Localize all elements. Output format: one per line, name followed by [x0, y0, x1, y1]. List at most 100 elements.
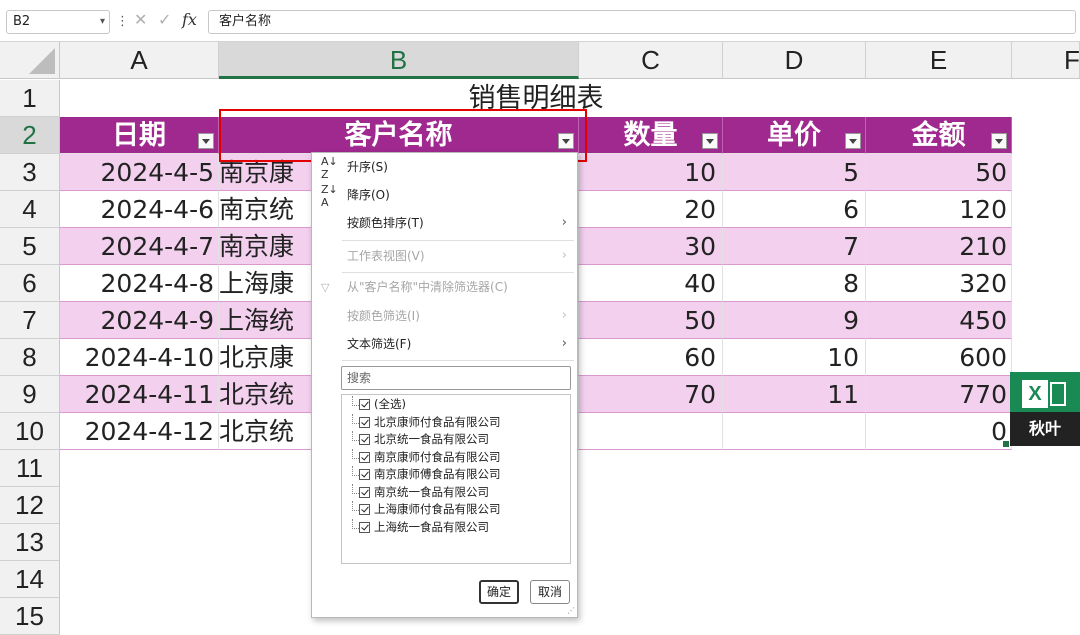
select-all-corner[interactable] — [0, 42, 60, 79]
checkbox-checked-icon[interactable] — [359, 434, 370, 445]
cell-price[interactable] — [723, 413, 866, 450]
filter-option[interactable]: 南京康师傅食品有限公司 — [342, 466, 570, 484]
filter-option-select-all[interactable]: (全选) — [342, 396, 570, 414]
column-header-e[interactable]: E — [866, 42, 1012, 79]
row-header-8[interactable]: 8 — [0, 339, 60, 376]
fill-handle[interactable] — [1003, 441, 1009, 447]
cell-date[interactable]: 2024-4-11 — [60, 376, 219, 413]
filter-dropdown-icon[interactable] — [198, 133, 214, 149]
cell-price[interactable]: 6 — [723, 191, 866, 228]
tree-line — [352, 501, 359, 511]
row-header-4[interactable]: 4 — [0, 191, 60, 228]
cell-date[interactable]: 2024-4-12 — [60, 413, 219, 450]
cell-qty[interactable]: 70 — [579, 376, 723, 413]
filter-search-input[interactable]: 搜索 — [341, 366, 571, 390]
cell-qty[interactable]: 50 — [579, 302, 723, 339]
cell-amount[interactable]: 320 — [866, 265, 1012, 302]
name-box[interactable]: B2 ▾ — [6, 10, 110, 34]
row-header-9[interactable]: 9 — [0, 376, 60, 413]
filter-option[interactable]: 上海统一食品有限公司 — [342, 518, 570, 537]
insert-function-icon[interactable]: fx — [182, 10, 197, 29]
header-qty[interactable]: 数量 — [579, 117, 723, 154]
checkbox-checked-icon[interactable] — [359, 469, 370, 480]
header-date[interactable]: 日期 — [60, 117, 219, 154]
confirm-icon[interactable]: ✓ — [158, 10, 171, 29]
cell-qty[interactable]: 40 — [579, 265, 723, 302]
cell-price[interactable]: 8 — [723, 265, 866, 302]
menu-sort-ascending[interactable]: A↓ Z 升序(S) — [312, 153, 577, 181]
filter-dropdown-icon[interactable] — [991, 133, 1007, 149]
cell-amount[interactable]: 450 — [866, 302, 1012, 339]
ok-button[interactable]: 确定 — [479, 580, 519, 604]
cell-amount[interactable]: 600 — [866, 339, 1012, 376]
row-header-6[interactable]: 6 — [0, 265, 60, 302]
cell-amount[interactable]: 770 — [866, 376, 1012, 413]
filter-option[interactable]: 北京统一食品有限公司 — [342, 431, 570, 449]
cell-amount[interactable]: 50 — [866, 154, 1012, 191]
cancel-button[interactable]: 取消 — [530, 580, 570, 604]
cell-qty[interactable]: 30 — [579, 228, 723, 265]
row-header-14[interactable]: 14 — [0, 561, 60, 598]
filter-option[interactable]: 上海康师付食品有限公司 — [342, 501, 570, 519]
cell-date[interactable]: 2024-4-9 — [60, 302, 219, 339]
tree-line — [352, 448, 359, 459]
checkbox-checked-icon[interactable] — [359, 504, 370, 515]
header-amount[interactable]: 金额 — [866, 117, 1012, 154]
menu-text-filter[interactable]: 文本筛选(F) › — [312, 330, 577, 358]
cell-price[interactable]: 10 — [723, 339, 866, 376]
row-header-15[interactable]: 15 — [0, 598, 60, 635]
row-header-5[interactable]: 5 — [0, 228, 60, 265]
row-header-2[interactable]: 2 — [0, 117, 60, 154]
row-header-1[interactable]: 1 — [0, 80, 60, 117]
filter-dropdown-icon[interactable] — [845, 133, 861, 149]
cell-date[interactable]: 2024-4-6 — [60, 191, 219, 228]
checkbox-checked-icon[interactable] — [359, 451, 370, 463]
column-header-a[interactable]: A — [60, 42, 219, 79]
cell-price[interactable]: 11 — [723, 376, 866, 413]
cell-price[interactable]: 9 — [723, 302, 866, 339]
column-header-f[interactable]: F — [1012, 42, 1080, 79]
checkbox-checked-icon[interactable] — [359, 399, 370, 410]
cell-qty[interactable]: 10 — [579, 154, 723, 191]
tree-line — [352, 483, 359, 494]
filter-option[interactable]: 北京康师付食品有限公司 — [342, 413, 570, 432]
more-options-icon[interactable]: ⋮ — [116, 14, 129, 29]
cell-amount[interactable]: 0 — [866, 413, 1012, 450]
checkbox-checked-icon[interactable] — [359, 486, 370, 498]
chevron-down-icon[interactable]: ▾ — [100, 11, 105, 33]
header-price-label: 单价 — [767, 120, 821, 151]
checkbox-checked-icon[interactable] — [359, 521, 370, 533]
filter-value-list[interactable]: (全选) 北京康师付食品有限公司 北京统一食品有限公司 南京康师付食品有限公司 … — [341, 394, 571, 564]
cell-date[interactable]: 2024-4-8 — [60, 265, 219, 302]
row-header-7[interactable]: 7 — [0, 302, 60, 339]
cell-date[interactable]: 2024-4-7 — [60, 228, 219, 265]
menu-divider — [342, 360, 574, 361]
resize-grip-icon[interactable]: ⋰ — [567, 607, 575, 615]
cell-amount[interactable]: 120 — [866, 191, 1012, 228]
column-header-b[interactable]: B — [219, 42, 579, 79]
row-header-12[interactable]: 12 — [0, 487, 60, 524]
cell-qty[interactable]: 20 — [579, 191, 723, 228]
header-price[interactable]: 单价 — [723, 117, 866, 154]
filter-option[interactable]: 南京康师付食品有限公司 — [342, 448, 570, 467]
row-header-11[interactable]: 11 — [0, 450, 60, 487]
cell-price[interactable]: 5 — [723, 154, 866, 191]
cancel-icon[interactable]: ✕ — [134, 10, 147, 29]
menu-sort-by-color[interactable]: 按颜色排序(T) › — [312, 209, 577, 237]
filter-dropdown-icon[interactable] — [702, 133, 718, 149]
cell-date[interactable]: 2024-4-5 — [60, 154, 219, 191]
menu-sort-descending[interactable]: Z↓ A 降序(O) — [312, 181, 577, 209]
row-header-13[interactable]: 13 — [0, 524, 60, 561]
formula-input[interactable]: 客户名称 — [208, 10, 1076, 34]
filter-option[interactable]: 南京统一食品有限公司 — [342, 483, 570, 502]
cell-price[interactable]: 7 — [723, 228, 866, 265]
cell-qty[interactable] — [579, 413, 723, 450]
column-header-d[interactable]: D — [723, 42, 866, 79]
cell-date[interactable]: 2024-4-10 — [60, 339, 219, 376]
row-header-3[interactable]: 3 — [0, 154, 60, 191]
checkbox-checked-icon[interactable] — [359, 416, 370, 428]
cell-qty[interactable]: 60 — [579, 339, 723, 376]
row-header-10[interactable]: 10 — [0, 413, 60, 450]
cell-amount[interactable]: 210 — [866, 228, 1012, 265]
column-header-c[interactable]: C — [579, 42, 723, 79]
